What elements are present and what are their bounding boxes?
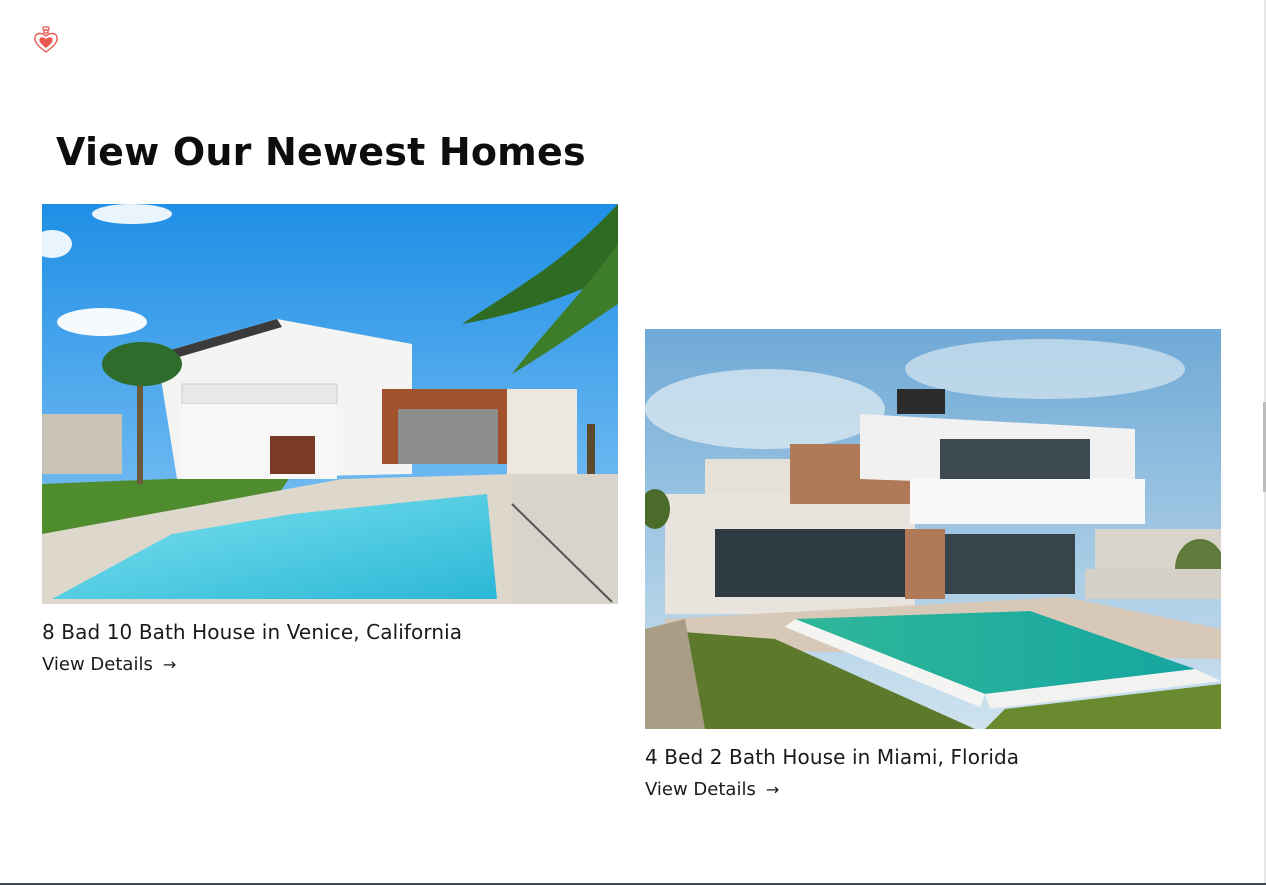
heart-potion-icon [34, 26, 58, 53]
listing-card: 8 Bad 10 Bath House in Venice, Californi… [42, 204, 618, 675]
view-details-label: View Details [42, 654, 153, 675]
section-title: View Our Newest Homes [56, 130, 586, 174]
listing-photo-miami[interactable] [645, 329, 1221, 729]
house-pool-image [42, 204, 618, 604]
listing-title: 8 Bad 10 Bath House in Venice, Californi… [42, 620, 463, 644]
listing-title: 4 Bed 2 Bath House in Miami, Florida [645, 745, 1020, 769]
listing-photo-venice[interactable] [42, 204, 618, 604]
view-details-link[interactable]: View Details → [645, 779, 779, 800]
view-details-label: View Details [645, 779, 756, 800]
arrow-right-icon: → [765, 780, 780, 799]
house-pool-image [645, 329, 1221, 729]
listing-card: 4 Bed 2 Bath House in Miami, Florida Vie… [645, 329, 1221, 800]
logo[interactable] [32, 26, 60, 54]
view-details-link[interactable]: View Details → [42, 654, 176, 675]
arrow-right-icon: → [162, 655, 177, 674]
